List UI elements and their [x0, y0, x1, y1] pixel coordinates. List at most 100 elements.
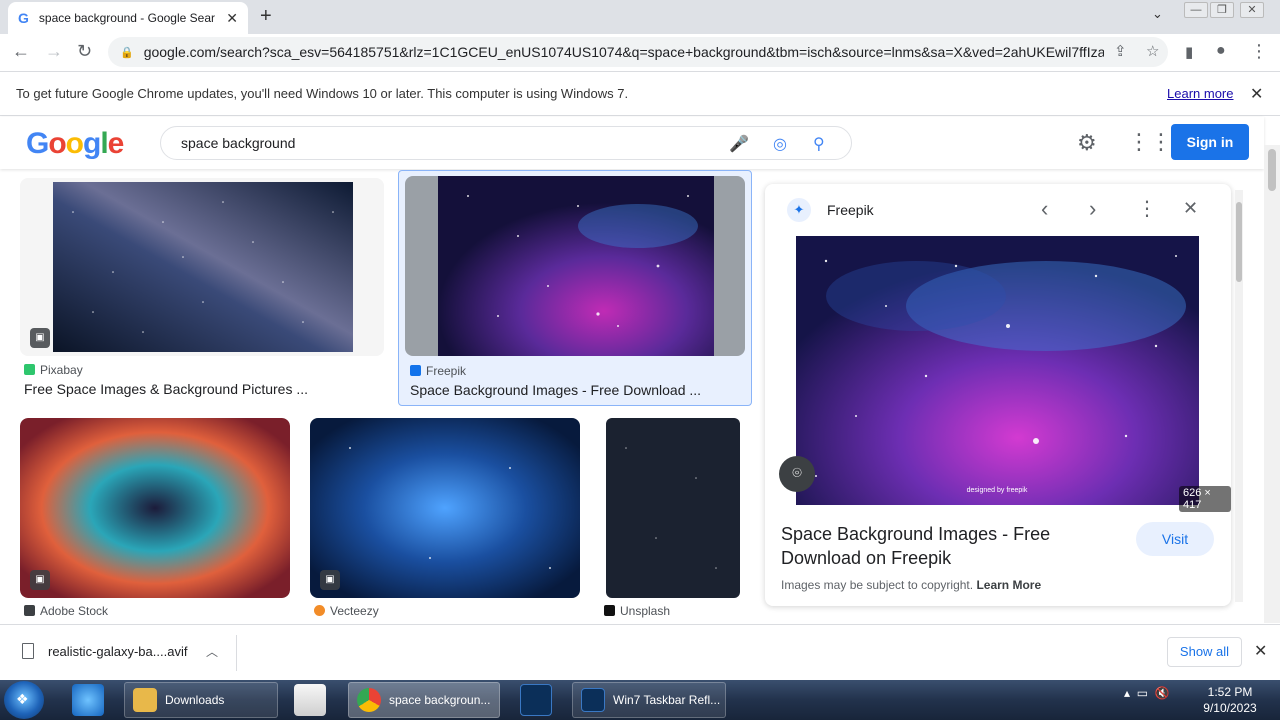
new-tab-button[interactable]: +	[260, 5, 272, 28]
tab-strip: G space background - Google Sear ✕ + ⌄ —…	[0, 0, 1280, 34]
download-bar: realistic-galaxy-ba....avif ︿ Show all ✕	[0, 624, 1280, 680]
image-preview-panel: ✦ Freepik ‹ › ⋮ ✕ designed by freepik ⌾ …	[765, 184, 1243, 606]
bookmark-star-icon[interactable]: ☆	[1146, 42, 1159, 60]
sign-in-button[interactable]: Sign in	[1171, 124, 1249, 160]
folder-icon	[133, 688, 157, 712]
tab-google-search[interactable]: G space background - Google Sear ✕	[8, 2, 248, 34]
result-source: Vecteezy	[314, 604, 379, 618]
vecteezy-favicon-icon	[314, 605, 325, 616]
restore-button[interactable]: ❐	[1210, 2, 1234, 18]
logo-letter: G	[26, 127, 49, 160]
logo-letter: o	[48, 127, 66, 160]
copyright-learn-more-link[interactable]: Learn More	[976, 578, 1041, 592]
panel-scrollbar[interactable]	[1235, 190, 1243, 602]
side-panel-icon[interactable]: ▮	[1185, 43, 1193, 61]
lock-icon[interactable]: 🔒	[120, 46, 134, 59]
start-button[interactable]: ❖	[4, 681, 44, 719]
image-badge-icon: ▣	[30, 570, 50, 590]
more-options-icon[interactable]: ⋮	[1137, 196, 1157, 221]
google-favicon-icon: G	[18, 10, 29, 26]
chrome-icon	[357, 688, 381, 712]
media-player-icon[interactable]	[294, 684, 326, 716]
google-logo[interactable]: Google	[26, 127, 125, 161]
taskbar-photoshop[interactable]: Win7 Taskbar Refl...	[572, 682, 726, 718]
result-title[interactable]: Space Background Images - Free Download …	[410, 382, 701, 398]
result-card-adobe-stock[interactable]: ▣ Adobe Stock	[20, 418, 290, 623]
download-file-name: realistic-galaxy-ba....avif	[48, 644, 188, 659]
result-source: Pixabay	[24, 363, 83, 377]
show-all-button[interactable]: Show all	[1167, 637, 1242, 667]
forward-arrow-icon[interactable]: →	[45, 41, 63, 62]
taskbar-downloads[interactable]: Downloads	[124, 682, 278, 718]
menu-kebab-icon[interactable]: ⋮	[1250, 41, 1268, 62]
url-text: google.com/search?sca_esv=564185751&rlz=…	[143, 44, 1104, 60]
unsplash-favicon-icon	[604, 605, 615, 616]
share-icon[interactable]: ⇪	[1114, 42, 1127, 60]
photoshop-doc-icon	[581, 688, 605, 712]
photoshop-icon[interactable]	[520, 684, 552, 716]
download-item[interactable]: realistic-galaxy-ba....avif	[22, 643, 187, 659]
file-icon	[22, 643, 34, 659]
profile-avatar-icon[interactable]: ●	[1216, 42, 1226, 60]
taskbar-chrome[interactable]: space backgroun...	[348, 682, 500, 718]
close-window-button[interactable]: ✕	[1240, 2, 1264, 18]
result-image-galaxy[interactable]	[438, 176, 714, 356]
close-panel-icon[interactable]: ✕	[1183, 198, 1198, 219]
tab-close-icon[interactable]: ✕	[226, 10, 238, 27]
result-image-milky-way[interactable]	[53, 182, 353, 352]
result-image-nebula[interactable]	[20, 418, 290, 598]
image-badge-icon: ▣	[30, 328, 50, 348]
apps-grid-icon[interactable]: ⋮⋮	[1128, 129, 1172, 155]
copyright-note: Images may be subject to copyright. Lear…	[781, 578, 1042, 592]
settings-gear-icon[interactable]: ⚙	[1077, 130, 1097, 156]
preview-image[interactable]: designed by freepik	[796, 236, 1199, 505]
address-bar[interactable]: 🔒 google.com/search?sca_esv=564185751&rl…	[108, 37, 1168, 67]
logo-letter: o	[65, 127, 84, 160]
result-source: Adobe Stock	[24, 604, 108, 618]
search-box[interactable]: space background 🎤 ◎ ⚲	[160, 126, 852, 160]
result-title[interactable]: Free Space Images & Background Pictures …	[24, 381, 308, 397]
result-card-pixabay[interactable]: ▣ Pixabay Free Space Images & Background…	[20, 178, 384, 398]
download-chevron-up-icon[interactable]: ︿	[206, 643, 218, 660]
result-image-dark-stars[interactable]	[606, 418, 740, 598]
microphone-icon[interactable]: 🎤	[729, 134, 749, 154]
image-dimensions: 626 × 417	[1179, 486, 1231, 512]
download-bar-close-icon[interactable]: ✕	[1254, 641, 1267, 661]
infobar-message: To get future Google Chrome updates, you…	[16, 86, 629, 101]
system-tray[interactable]: ▴ ▭ 🔇	[1124, 686, 1170, 700]
previous-chevron-icon[interactable]: ‹	[1041, 196, 1048, 222]
update-infobar: To get future Google Chrome updates, you…	[0, 72, 1280, 116]
page-scrollbar[interactable]	[1264, 145, 1280, 623]
next-chevron-icon[interactable]: ›	[1089, 196, 1096, 222]
clock[interactable]: 1:52 PM 9/10/2023	[1190, 684, 1270, 716]
reload-icon[interactable]: ↻	[77, 41, 92, 62]
internet-explorer-icon[interactable]	[72, 684, 104, 716]
back-arrow-icon[interactable]: ←	[12, 41, 30, 62]
result-source: Freepik	[410, 364, 466, 378]
tab-title: space background - Google Sear	[38, 11, 215, 25]
pixabay-favicon-icon	[24, 364, 35, 375]
lens-search-icon[interactable]: ⌾	[779, 456, 815, 492]
result-image-blue-galaxy[interactable]	[310, 418, 580, 598]
minimize-button[interactable]: —	[1184, 2, 1208, 18]
infobar-close-icon[interactable]: ✕	[1250, 84, 1263, 104]
tab-search-chevron-icon[interactable]: ⌄	[1152, 6, 1163, 22]
result-card-vecteezy[interactable]: ▣ Vecteezy	[310, 418, 580, 623]
visit-button[interactable]: Visit	[1136, 522, 1214, 556]
image-badge-icon: ▣	[320, 570, 340, 590]
freepik-logo-icon: ✦	[787, 198, 811, 222]
search-icon[interactable]: ⚲	[813, 134, 825, 154]
download-divider	[236, 635, 237, 671]
result-card-unsplash[interactable]: Unsplash	[600, 418, 750, 623]
panel-source-name[interactable]: Freepik	[827, 202, 874, 218]
logo-letter: l	[100, 127, 108, 160]
browser-toolbar: ← → ↻ 🔒 google.com/search?sca_esv=564185…	[0, 34, 1280, 72]
lens-icon[interactable]: ◎	[773, 134, 787, 154]
panel-title[interactable]: Space Background Images - Free Download …	[781, 522, 1081, 570]
watermark-text: designed by freepik	[967, 487, 1028, 494]
result-card-freepik-selected[interactable]: Freepik Space Background Images - Free D…	[398, 170, 752, 406]
logo-letter: e	[107, 127, 125, 160]
search-query: space background	[181, 135, 296, 151]
freepik-favicon-icon	[410, 365, 421, 376]
learn-more-link[interactable]: Learn more	[1167, 86, 1233, 101]
